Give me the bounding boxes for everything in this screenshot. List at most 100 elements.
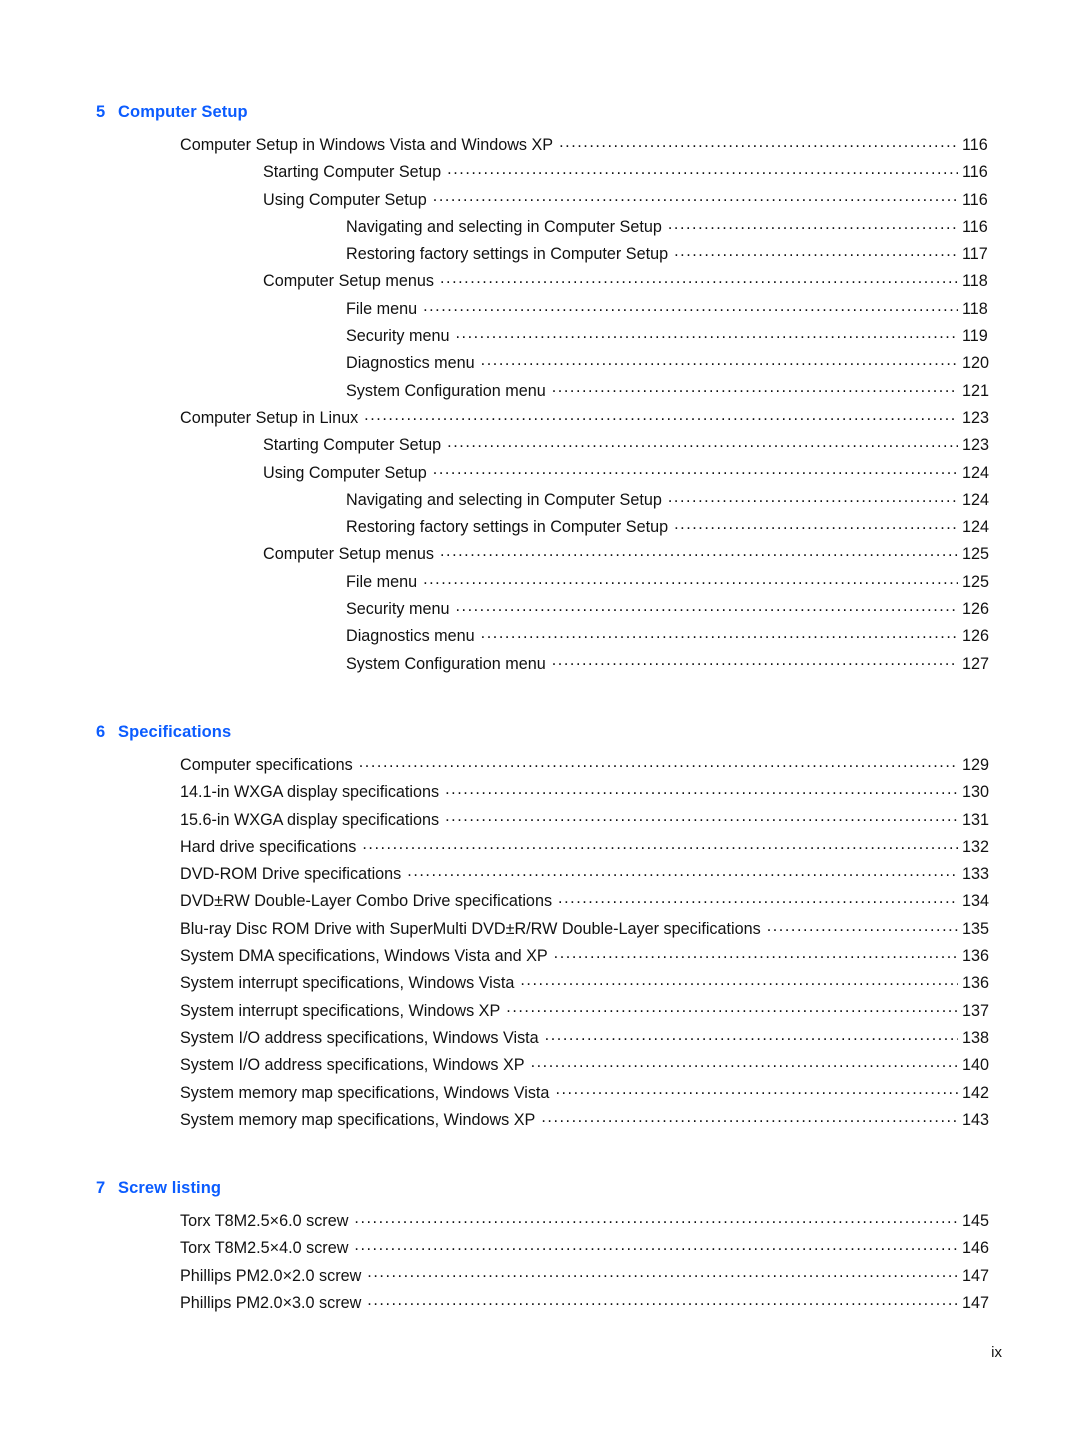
toc-entry[interactable]: Blu-ray Disc ROM Drive with SuperMulti D… bbox=[96, 916, 1002, 943]
dot-leader bbox=[407, 863, 958, 879]
toc-entry-label: Navigating and selecting in Computer Set… bbox=[346, 217, 662, 236]
toc-entry-page-number: 131 bbox=[962, 810, 990, 829]
toc-entry[interactable]: System memory map specifications, Window… bbox=[96, 1107, 1002, 1134]
toc-entry[interactable]: System interrupt specifications, Windows… bbox=[96, 970, 1002, 997]
toc-entry[interactable]: Restoring factory settings in Computer S… bbox=[96, 241, 1002, 268]
toc-entry-page-number: 119 bbox=[962, 327, 988, 346]
dot-leader bbox=[668, 489, 958, 505]
toc-entry[interactable]: Using Computer Setup 116 bbox=[96, 187, 1002, 214]
toc-entry[interactable]: System I/O address specifications, Windo… bbox=[96, 1025, 1002, 1052]
toc-entry-page-number: 123 bbox=[962, 436, 990, 455]
toc-entry-page-number: 124 bbox=[962, 518, 990, 537]
toc-entry[interactable]: Diagnostics menu 120 bbox=[96, 350, 1002, 377]
dot-leader bbox=[367, 1292, 958, 1308]
toc-entry-label: Computer Setup in Linux bbox=[180, 408, 359, 427]
toc-entry-label: File menu bbox=[346, 299, 418, 318]
toc-entry[interactable]: System interrupt specifications, Windows… bbox=[96, 998, 1002, 1025]
dot-leader bbox=[668, 216, 958, 232]
toc-entry[interactable]: System Configuration menu 127 bbox=[96, 651, 1002, 678]
toc-entry[interactable]: Security menu 126 bbox=[96, 596, 1002, 623]
toc-entry[interactable]: Torx T8M2.5×4.0 screw 146 bbox=[96, 1235, 1002, 1262]
toc-entry[interactable]: Navigating and selecting in Computer Set… bbox=[96, 214, 1002, 241]
toc-entry-label: System interrupt specifications, Windows… bbox=[180, 974, 515, 993]
toc-entry-page-number: 116 bbox=[962, 163, 988, 182]
dot-leader bbox=[359, 754, 958, 770]
toc-entry-label: Restoring factory settings in Computer S… bbox=[346, 518, 669, 537]
toc-entry[interactable]: System DMA specifications, Windows Vista… bbox=[96, 943, 1002, 970]
toc-entry-page-number: 130 bbox=[962, 783, 990, 802]
toc-entry[interactable]: Using Computer Setup 124 bbox=[96, 460, 1002, 487]
toc-entry[interactable]: 14.1-in WXGA display specifications 130 bbox=[96, 779, 1002, 806]
toc-page: 5 Computer Setup Computer Setup in Windows… bbox=[0, 0, 1080, 1437]
toc-entry-page-number: 136 bbox=[962, 947, 990, 966]
toc-entry-label: Torx T8M2.5×6.0 screw bbox=[180, 1212, 349, 1231]
dot-leader bbox=[481, 625, 958, 641]
section-number: 6 bbox=[96, 722, 106, 741]
toc-entry-label: Restoring factory settings in Computer S… bbox=[346, 245, 669, 264]
toc-entry[interactable]: Phillips PM2.0×3.0 screw 147 bbox=[96, 1290, 1002, 1317]
toc-entry[interactable]: DVD-ROM Drive specifications 133 bbox=[96, 861, 1002, 888]
section-number: 5 bbox=[96, 103, 106, 121]
toc-entry[interactable]: Restoring factory settings in Computer S… bbox=[96, 514, 1002, 541]
toc-entry-page-number: 126 bbox=[962, 600, 990, 619]
toc-entry[interactable]: System memory map specifications, Window… bbox=[96, 1080, 1002, 1107]
toc-entry[interactable]: Navigating and selecting in Computer Set… bbox=[96, 487, 1002, 514]
toc-entry-label: Using Computer Setup bbox=[263, 190, 427, 209]
toc-entry[interactable]: Starting Computer Setup 123 bbox=[96, 432, 1002, 459]
toc-entry-page-number: 147 bbox=[962, 1293, 990, 1312]
section-heading[interactable]: 7 Screw listing bbox=[96, 1179, 1002, 1198]
toc-entry-page-number: 117 bbox=[962, 245, 988, 264]
toc-entry[interactable]: Computer Setup menus 125 bbox=[96, 541, 1002, 568]
dot-leader bbox=[554, 945, 958, 961]
dot-leader bbox=[440, 270, 958, 286]
toc-entry-page-number: 137 bbox=[962, 1001, 990, 1020]
dot-leader bbox=[367, 1265, 958, 1281]
toc-entry[interactable]: Security menu 119 bbox=[96, 323, 1002, 350]
toc-entry-page-number: 125 bbox=[962, 545, 990, 564]
toc-entry[interactable]: Torx T8M2.5×6.0 screw 145 bbox=[96, 1208, 1002, 1235]
toc-entry[interactable]: DVD±RW Double-Layer Combo Drive specific… bbox=[96, 888, 1002, 915]
toc-entry[interactable]: Phillips PM2.0×2.0 screw 147 bbox=[96, 1263, 1002, 1290]
toc-entry-label: Navigating and selecting in Computer Set… bbox=[346, 490, 662, 509]
dot-leader bbox=[541, 1109, 958, 1125]
toc-entry-page-number: 125 bbox=[962, 572, 990, 591]
toc-entry[interactable]: Diagnostics menu 126 bbox=[96, 623, 1002, 650]
toc-entry[interactable]: System Configuration menu 121 bbox=[96, 378, 1002, 405]
page-folio: ix bbox=[991, 1344, 1002, 1361]
toc-entry[interactable]: Starting Computer Setup 116 bbox=[96, 159, 1002, 186]
toc-entry-page-number: 126 bbox=[962, 627, 990, 646]
toc-entry-page-number: 123 bbox=[962, 408, 990, 427]
toc-entry-label: Hard drive specifications bbox=[180, 837, 357, 856]
section-heading[interactable]: 5 Computer Setup bbox=[96, 103, 1002, 122]
toc-entry-label: System I/O address specifications, Windo… bbox=[180, 1028, 539, 1047]
toc-entry-page-number: 147 bbox=[962, 1266, 990, 1285]
section-title: Computer Setup bbox=[118, 103, 248, 121]
dot-leader bbox=[455, 325, 958, 341]
toc-entry[interactable]: Computer Setup in Windows Vista and Wind… bbox=[96, 132, 1002, 159]
toc-entry[interactable]: File menu 118 bbox=[96, 296, 1002, 323]
toc-entry-label: Diagnostics menu bbox=[346, 627, 475, 646]
dot-leader bbox=[362, 836, 958, 852]
dot-leader bbox=[506, 999, 958, 1015]
toc-entry-page-number: 142 bbox=[962, 1083, 990, 1102]
toc-entry-page-number: 118 bbox=[962, 299, 988, 318]
toc-entry[interactable]: Computer Setup menus 118 bbox=[96, 268, 1002, 295]
toc-entry-page-number: 135 bbox=[962, 919, 990, 938]
toc-entry-label: System interrupt specifications, Windows… bbox=[180, 1001, 501, 1020]
dot-leader bbox=[545, 1027, 958, 1043]
toc-entry-label: System memory map specifications, Window… bbox=[180, 1083, 550, 1102]
toc-entry[interactable]: Computer Setup in Linux 123 bbox=[96, 405, 1002, 432]
toc-entry-page-number: 145 bbox=[962, 1212, 990, 1231]
dot-leader bbox=[481, 352, 958, 368]
toc-entry-label: Computer Setup menus bbox=[263, 545, 434, 564]
section-heading[interactable]: 6 Specifications bbox=[96, 723, 1002, 742]
dot-leader bbox=[445, 808, 958, 824]
toc-entry-label: Computer Setup menus bbox=[263, 272, 434, 291]
toc-entry[interactable]: Hard drive specifications 132 bbox=[96, 834, 1002, 861]
toc-entry[interactable]: 15.6-in WXGA display specifications 131 bbox=[96, 807, 1002, 834]
toc-entry-list: Computer Setup in Windows Vista and Wind… bbox=[96, 132, 1002, 678]
toc-entry[interactable]: System I/O address specifications, Windo… bbox=[96, 1052, 1002, 1079]
toc-entry-label: Computer specifications bbox=[180, 755, 353, 774]
toc-entry[interactable]: File menu 125 bbox=[96, 569, 1002, 596]
toc-entry[interactable]: Computer specifications 129 bbox=[96, 752, 1002, 779]
